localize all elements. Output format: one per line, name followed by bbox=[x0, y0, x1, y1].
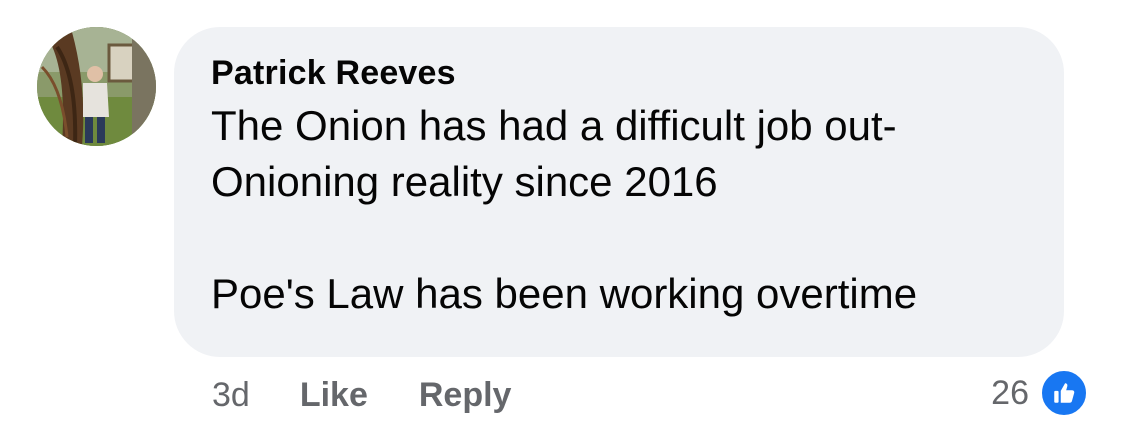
like-button[interactable]: Like bbox=[300, 372, 368, 418]
reactions-summary[interactable]: 26 bbox=[991, 368, 1089, 418]
comment-actions: 3d Like Reply bbox=[212, 372, 562, 418]
timestamp[interactable]: 3d bbox=[212, 372, 250, 418]
reply-button[interactable]: Reply bbox=[419, 372, 512, 418]
avatar-photo-icon bbox=[37, 27, 156, 146]
comment: Patrick Reeves The Onion has had a diffi… bbox=[0, 0, 1125, 439]
author-name[interactable]: Patrick Reeves bbox=[211, 53, 1028, 93]
comment-bubble: Patrick Reeves The Onion has had a diffi… bbox=[174, 27, 1064, 357]
avatar[interactable] bbox=[37, 27, 156, 146]
reaction-count: 26 bbox=[991, 374, 1029, 412]
comment-text: The Onion has had a difficult job out- O… bbox=[211, 102, 918, 317]
like-thumbs-up-icon bbox=[1039, 368, 1089, 418]
